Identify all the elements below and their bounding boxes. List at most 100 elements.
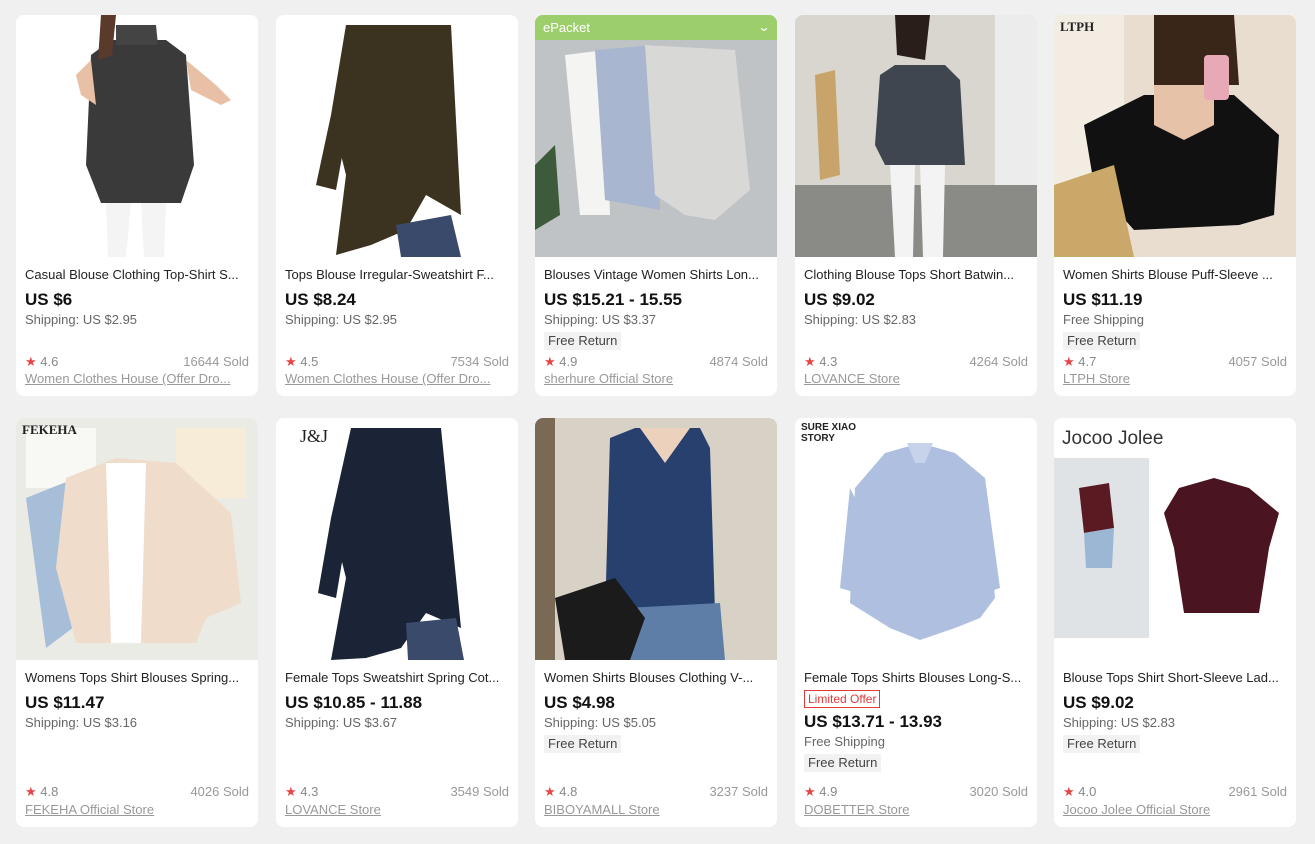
rating-row: ★ 4.8 4026 Sold — [25, 784, 249, 800]
sold-count: 3549 Sold — [450, 784, 509, 799]
product-card[interactable]: Jocoo Jolee Blouse Tops Shirt Short-Slee… — [1054, 418, 1296, 827]
product-image[interactable]: LTPH — [1054, 15, 1296, 257]
rating-row: ★ 4.3 3549 Sold — [285, 784, 509, 800]
sold-count: 3020 Sold — [969, 784, 1028, 799]
rating-value: 4.3 — [819, 354, 838, 369]
rating-row: ★ 4.8 3237 Sold — [544, 784, 768, 800]
product-image[interactable] — [276, 15, 518, 257]
chevron-down-icon[interactable]: ⌄ — [757, 15, 770, 40]
store-link[interactable]: sherhure Official Store — [544, 371, 768, 387]
rating-row: ★ 4.5 7534 Sold — [285, 354, 509, 370]
badge-label: ePacket — [543, 20, 590, 35]
product-card[interactable]: ePacket ⌄ Blouses Vintage Women Shirts L… — [535, 15, 777, 396]
sold-count: 16644 Sold — [183, 354, 249, 369]
rating-value: 4.5 — [300, 354, 319, 369]
store-link[interactable]: LTPH Store — [1063, 371, 1287, 387]
product-price: US $13.71 - 13.93 — [804, 712, 942, 731]
shipping-info: Free Shipping — [804, 734, 885, 749]
star-icon: ★ — [544, 354, 556, 369]
shipping-info: Shipping: US $5.05 — [544, 715, 657, 730]
brand-watermark: Jocoo Jolee — [1062, 428, 1164, 449]
star-icon: ★ — [804, 354, 816, 369]
product-image[interactable]: J&J — [276, 418, 518, 660]
rating-row: ★ 4.0 2961 Sold — [1063, 784, 1287, 800]
store-link[interactable]: DOBETTER Store — [804, 802, 1028, 818]
store-link[interactable]: LOVANCE Store — [285, 802, 509, 818]
product-image[interactable] — [795, 15, 1037, 257]
shipping-info: Shipping: US $3.37 — [544, 312, 657, 327]
product-card[interactable]: Clothing Blouse Tops Short Batwin... US … — [795, 15, 1037, 396]
sold-count: 4057 Sold — [1228, 354, 1287, 369]
store-link[interactable]: Women Clothes House (Offer Dro... — [285, 371, 509, 387]
product-title[interactable]: Blouses Vintage Women Shirts Lon... — [544, 267, 768, 283]
rating-value: 4.8 — [559, 784, 578, 799]
rating-value: 4.3 — [300, 784, 319, 799]
product-card[interactable]: FEKEHA Womens Tops Shirt Blouses Spring.… — [16, 418, 258, 827]
store-link[interactable]: Jocoo Jolee Official Store — [1063, 802, 1287, 818]
product-title[interactable]: Female Tops Shirts Blouses Long-S... — [804, 670, 1028, 686]
limited-offer-tag: Limited Offer — [804, 690, 881, 708]
shipping-info: Shipping: US $2.95 — [25, 312, 138, 327]
sold-count: 2961 Sold — [1228, 784, 1287, 799]
store-link[interactable]: LOVANCE Store — [804, 371, 1028, 387]
product-title[interactable]: Blouse Tops Shirt Short-Sleeve Lad... — [1063, 670, 1287, 686]
product-price: US $9.02 — [1063, 693, 1134, 712]
store-link[interactable]: FEKEHA Official Store — [25, 802, 249, 818]
brand-watermark: J&J — [300, 426, 329, 446]
product-title[interactable]: Women Shirts Blouses Clothing V-... — [544, 670, 768, 686]
product-card[interactable]: Tops Blouse Irregular-Sweatshirt F... US… — [276, 15, 518, 396]
star-icon: ★ — [544, 784, 556, 799]
product-card[interactable]: Women Shirts Blouses Clothing V-... US $… — [535, 418, 777, 827]
rating-value: 4.7 — [1078, 354, 1097, 369]
star-icon: ★ — [1063, 354, 1075, 369]
shipping-info: Shipping: US $2.83 — [804, 312, 917, 327]
product-card[interactable]: Casual Blouse Clothing Top-Shirt S... US… — [16, 15, 258, 396]
rating-row: ★ 4.9 4874 Sold — [544, 354, 768, 370]
brand-watermark: LTPH — [1060, 19, 1095, 34]
product-title[interactable]: Casual Blouse Clothing Top-Shirt S... — [25, 267, 249, 283]
product-title[interactable]: Female Tops Sweatshirt Spring Cot... — [285, 670, 509, 686]
free-return-tag: Free Return — [1063, 332, 1141, 350]
rating-value: 4.9 — [819, 784, 838, 799]
shipping-info: Shipping: US $3.16 — [25, 715, 138, 730]
product-card[interactable]: SURE XIAO STORY Female Tops Shirts Blous… — [795, 418, 1037, 827]
product-title[interactable]: Clothing Blouse Tops Short Batwin... — [804, 267, 1028, 283]
product-price: US $9.02 — [804, 290, 875, 309]
shipping-info: Shipping: US $2.83 — [1063, 715, 1176, 730]
product-title[interactable]: Womens Tops Shirt Blouses Spring... — [25, 670, 249, 686]
star-icon: ★ — [285, 784, 297, 799]
product-image[interactable]: ePacket ⌄ — [535, 15, 777, 257]
product-image[interactable]: SURE XIAO STORY — [795, 418, 1037, 660]
brand-watermark: SURE XIAO STORY — [801, 422, 857, 444]
rating-value: 4.6 — [40, 354, 59, 369]
shipping-info: Shipping: US $3.67 — [285, 715, 398, 730]
product-image[interactable] — [16, 15, 258, 257]
product-price: US $11.19 — [1063, 290, 1143, 309]
product-image[interactable] — [535, 418, 777, 660]
star-icon: ★ — [25, 354, 37, 369]
free-return-tag: Free Return — [544, 332, 622, 350]
product-price: US $8.24 — [285, 290, 356, 309]
star-icon: ★ — [285, 354, 297, 369]
product-title[interactable]: Women Shirts Blouse Puff-Sleeve ... — [1063, 267, 1287, 283]
product-image[interactable]: FEKEHA — [16, 418, 258, 660]
shipping-badge[interactable]: ePacket ⌄ — [535, 15, 777, 40]
rating-row: ★ 4.9 3020 Sold — [804, 784, 1028, 800]
product-price: US $11.47 — [25, 693, 105, 712]
shipping-info: Free Shipping — [1063, 312, 1144, 327]
product-price: US $10.85 - 11.88 — [285, 693, 423, 712]
sold-count: 3237 Sold — [709, 784, 768, 799]
product-title[interactable]: Tops Blouse Irregular-Sweatshirt F... — [285, 267, 509, 283]
product-card[interactable]: LTPH Women Shirts Blouse Puff-Sleeve ...… — [1054, 15, 1296, 396]
sold-count: 4874 Sold — [709, 354, 768, 369]
rating-row: ★ 4.7 4057 Sold — [1063, 354, 1287, 370]
product-card[interactable]: J&J Female Tops Sweatshirt Spring Cot...… — [276, 418, 518, 827]
store-link[interactable]: BIBOYAMALL Store — [544, 802, 768, 818]
rating-row: ★ 4.3 4264 Sold — [804, 354, 1028, 370]
shipping-info: Shipping: US $2.95 — [285, 312, 398, 327]
free-return-tag: Free Return — [544, 735, 622, 753]
brand-watermark: FEKEHA — [22, 422, 77, 437]
star-icon: ★ — [25, 784, 37, 799]
store-link[interactable]: Women Clothes House (Offer Dro... — [25, 371, 249, 387]
product-image[interactable]: Jocoo Jolee — [1054, 418, 1296, 660]
